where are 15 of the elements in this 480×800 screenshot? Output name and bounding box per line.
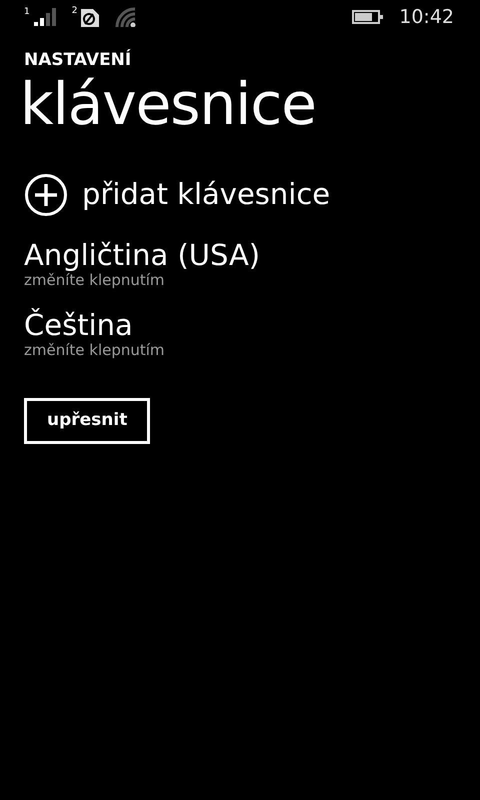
battery-icon (352, 10, 384, 24)
sim-card-icon (81, 7, 100, 27)
wifi-icon (115, 7, 138, 27)
signal-icon (34, 8, 56, 26)
keyboard-hint: změníte klepnutím (24, 342, 166, 358)
keyboard-hint: změníte klepnutím (24, 272, 166, 289)
sim-number: 1 (24, 8, 30, 17)
keyboard-name[interactable]: Angličtina (USA) (24, 238, 480, 272)
clock-time: 10:42 (399, 4, 454, 30)
add-icon (24, 172, 68, 217)
advanced-button[interactable]: upřesnit (24, 398, 150, 444)
keyboard-name[interactable]: Čeština (24, 308, 480, 342)
sim-number: 2 (72, 7, 78, 16)
add-keyboard-button[interactable]: přidat klávesnice (24, 172, 330, 217)
page-title: klávesnice (20, 73, 317, 137)
